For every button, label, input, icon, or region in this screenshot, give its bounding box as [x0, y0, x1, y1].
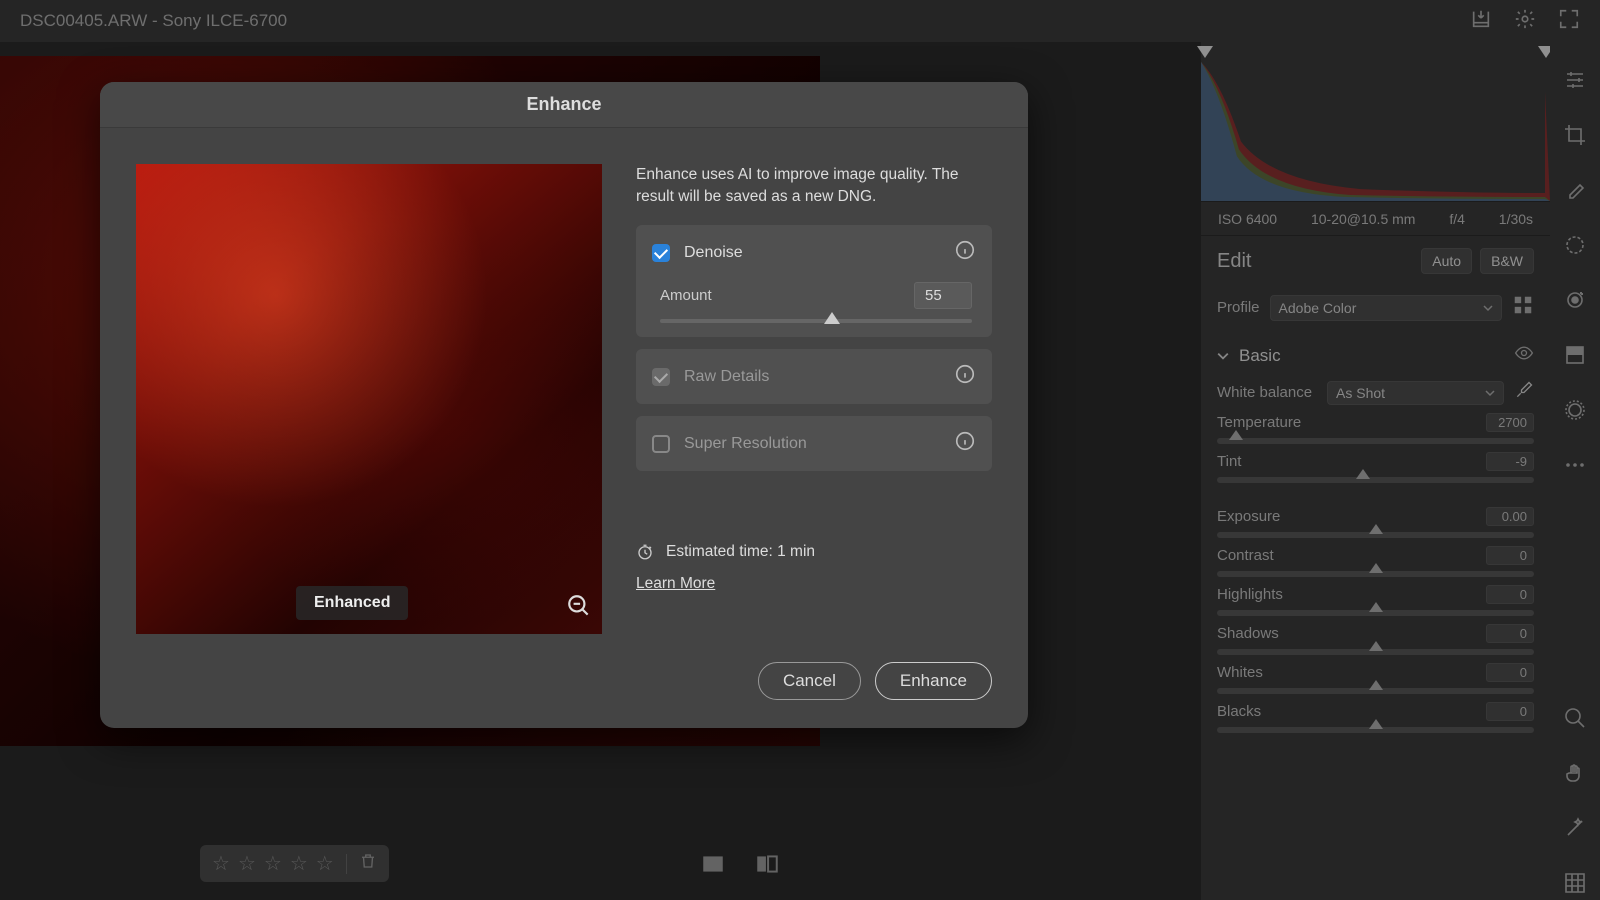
info-icon[interactable]: [954, 430, 976, 457]
super-resolution-option: Super Resolution: [636, 416, 992, 471]
denoise-label: Denoise: [684, 244, 743, 262]
dialog-description: Enhance uses AI to improve image quality…: [636, 164, 992, 207]
estimated-time-row: Estimated time: 1 min: [636, 543, 992, 561]
enhance-dialog: Enhance Enhanced Enhance uses AI to impr…: [100, 82, 1028, 728]
learn-more-link[interactable]: Learn More: [636, 575, 992, 593]
zoom-out-icon[interactable]: [566, 593, 592, 624]
raw-details-checkbox[interactable]: [652, 368, 670, 386]
enhance-preview[interactable]: Enhanced: [136, 164, 602, 634]
amount-label: Amount: [660, 287, 712, 304]
cancel-button[interactable]: Cancel: [758, 662, 861, 700]
dialog-title: Enhance: [100, 82, 1028, 128]
estimated-time-text: Estimated time: 1 min: [666, 543, 815, 561]
enhance-button[interactable]: Enhance: [875, 662, 992, 700]
info-icon[interactable]: [954, 239, 976, 266]
raw-details-label: Raw Details: [684, 368, 769, 386]
super-resolution-checkbox[interactable]: [652, 435, 670, 453]
stopwatch-icon: [636, 543, 654, 561]
denoise-checkbox[interactable]: [652, 244, 670, 262]
amount-slider[interactable]: [660, 319, 972, 323]
denoise-option: Denoise Amount 55: [636, 225, 992, 337]
raw-details-option: Raw Details: [636, 349, 992, 404]
info-icon[interactable]: [954, 363, 976, 390]
amount-value[interactable]: 55: [914, 282, 972, 309]
preview-label: Enhanced: [296, 586, 408, 620]
super-resolution-label: Super Resolution: [684, 435, 807, 453]
